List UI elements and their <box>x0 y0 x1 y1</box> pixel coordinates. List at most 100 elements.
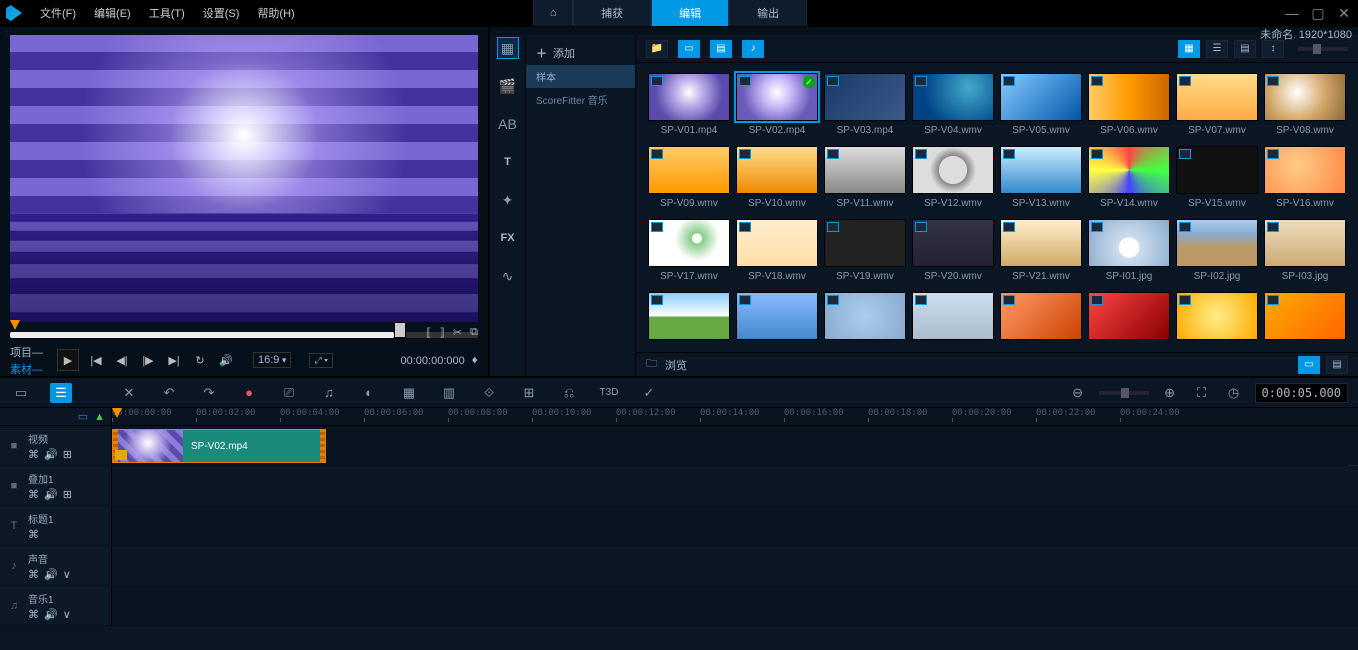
tools-button[interactable]: ✕ <box>118 383 140 403</box>
media-thumb[interactable]: SP-V01.mp4 <box>648 73 730 136</box>
track-ctrl[interactable]: ⌘ <box>28 488 39 501</box>
tab-output[interactable]: 输出 <box>729 0 807 26</box>
menu-edit[interactable]: 编辑(E) <box>94 5 131 21</box>
title-tool[interactable]: T <box>497 151 519 173</box>
media-tool[interactable]: ▦ <box>497 37 519 59</box>
track-ctrl[interactable]: 🔊 <box>44 448 58 461</box>
media-thumb[interactable] <box>648 292 730 344</box>
preview-viewport[interactable] <box>10 35 478 322</box>
track-lane[interactable] <box>112 506 1358 545</box>
track-ctrl[interactable]: 🔊 <box>44 488 58 501</box>
filter-video-button[interactable]: ▭ <box>678 40 700 58</box>
media-thumb[interactable]: ✓SP-V02.mp4 <box>736 73 818 136</box>
tab-capture[interactable]: 捕获 <box>573 0 651 26</box>
track-ctrl[interactable]: ∨ <box>63 568 71 581</box>
track-manager-button[interactable]: ▦ <box>398 383 420 403</box>
track-ctrl[interactable]: ⌘ <box>28 568 39 581</box>
time-ruler[interactable]: 00:00:00:0000:00:02:0000:00:04:0000:00:0… <box>112 408 1358 425</box>
add-category-button[interactable]: ＋添加 <box>526 41 635 65</box>
thumb-size-slider[interactable] <box>1298 47 1348 51</box>
menu-help[interactable]: 帮助(H) <box>257 5 294 21</box>
media-thumb[interactable]: SP-I03.jpg <box>1264 219 1346 282</box>
ruler-toggle-icon[interactable]: ▭ <box>78 410 88 423</box>
subtitle-button[interactable]: ⟐ <box>478 383 500 403</box>
tab-edit[interactable]: 编辑 <box>651 0 729 26</box>
media-thumb[interactable]: SP-V18.wmv <box>736 219 818 282</box>
prev-frame-button[interactable]: ◀| <box>113 351 131 369</box>
media-thumb[interactable] <box>912 292 994 344</box>
show-lib-button[interactable]: ▤ <box>1326 356 1348 374</box>
filter-tool[interactable]: FX <box>497 227 519 249</box>
panel-grip[interactable] <box>0 27 488 35</box>
track-ctrl[interactable]: ⌘ <box>28 448 39 461</box>
timeline-clip[interactable]: SP-V02.mp4 <box>112 429 326 463</box>
instant-project-tool[interactable]: 🎬 <box>497 75 519 97</box>
play-button[interactable]: ▶ <box>57 349 79 371</box>
category-sample[interactable]: 样本 <box>526 65 635 88</box>
resize-selector[interactable]: ⤢ ▾ <box>309 353 332 368</box>
volume-button[interactable]: 🔊 <box>217 351 235 369</box>
track-lane[interactable] <box>112 586 1358 625</box>
mark-in-icon[interactable]: ⟦ <box>426 326 431 339</box>
track-ctrl[interactable]: ⌘ <box>28 528 39 541</box>
scrub-handle[interactable] <box>394 322 406 338</box>
timeline-view-button[interactable]: ☰ <box>50 383 72 403</box>
media-thumb[interactable]: SP-I02.jpg <box>1176 219 1258 282</box>
mark-out-icon[interactable]: ⟧ <box>439 326 444 339</box>
scrub-bar[interactable]: ⟦ ⟧ ✂ ⧉ <box>10 326 478 344</box>
track-lane[interactable]: SP-V02.mp4 <box>112 426 1358 465</box>
media-thumb[interactable]: SP-V14.wmv <box>1088 146 1170 209</box>
multicam-button[interactable]: ⊞ <box>518 383 540 403</box>
media-thumb[interactable]: SP-V17.wmv <box>648 219 730 282</box>
transition-tool[interactable]: AB <box>497 113 519 135</box>
media-thumb[interactable]: SP-V06.wmv <box>1088 73 1170 136</box>
track-header[interactable]: T标题1⌘ <box>0 506 112 545</box>
media-thumb[interactable] <box>1088 292 1170 344</box>
media-thumb[interactable]: SP-V04.wmv <box>912 73 994 136</box>
media-thumb[interactable]: SP-V03.mp4 <box>824 73 906 136</box>
track-ctrl[interactable]: 🔊 <box>44 608 58 621</box>
close-button[interactable]: ✕ <box>1336 5 1352 21</box>
zoom-out-button[interactable]: ⊖ <box>1067 383 1089 403</box>
view-list-button[interactable]: ☰ <box>1206 40 1228 58</box>
zoom-slider[interactable] <box>1099 391 1149 395</box>
media-thumb[interactable]: SP-V19.wmv <box>824 219 906 282</box>
media-thumb[interactable]: SP-V07.wmv <box>1176 73 1258 136</box>
track-header[interactable]: ■视频⌘🔊⊞ <box>0 426 112 465</box>
filter-photo-button[interactable]: ▤ <box>710 40 732 58</box>
preview-timecode[interactable]: 00:00:00:000 ♦ <box>401 354 478 367</box>
scrub-start-marker[interactable] <box>10 320 20 330</box>
3d-button[interactable]: T3D <box>598 383 620 403</box>
track-header[interactable]: ♪声音⌘🔊∨ <box>0 546 112 585</box>
motion-button[interactable]: ✓ <box>638 383 660 403</box>
show-timeline-button[interactable]: ▭ <box>1298 356 1320 374</box>
aspect-ratio-selector[interactable]: 16:9 ▾ <box>253 352 291 368</box>
track-ctrl[interactable]: 🔊 <box>44 568 58 581</box>
graphic-tool[interactable]: ✦ <box>497 189 519 211</box>
media-thumb[interactable]: SP-V12.wmv <box>912 146 994 209</box>
chapter-button[interactable]: ▥ <box>438 383 460 403</box>
loop-button[interactable]: ↻ <box>191 351 209 369</box>
import-button[interactable]: 📁 <box>646 40 668 58</box>
goto-start-button[interactable]: |◀ <box>87 351 105 369</box>
next-frame-button[interactable]: |▶ <box>139 351 157 369</box>
audio-mixer-button[interactable]: ⎚ <box>278 383 300 403</box>
tab-home[interactable]: ⌂ <box>533 0 573 26</box>
track-ctrl[interactable]: ⊞ <box>63 448 72 461</box>
view-detail-button[interactable]: ▤ <box>1234 40 1256 58</box>
track-lane[interactable] <box>112 546 1358 585</box>
storyboard-view-button[interactable]: ▭ <box>10 383 32 403</box>
media-thumb[interactable]: SP-V16.wmv <box>1264 146 1346 209</box>
media-thumb[interactable]: SP-V09.wmv <box>648 146 730 209</box>
track-header[interactable]: ■叠加1⌘🔊⊞ <box>0 466 112 505</box>
snapshot-icon[interactable]: ⧉ <box>470 326 478 339</box>
fit-button[interactable]: ⛶ <box>1191 383 1213 403</box>
category-scorefitter[interactable]: ScoreFitter 音乐 <box>526 88 635 111</box>
media-thumb[interactable]: SP-V08.wmv <box>1264 73 1346 136</box>
menu-file[interactable]: 文件(F) <box>40 5 76 21</box>
media-thumb[interactable]: SP-V21.wmv <box>1000 219 1082 282</box>
view-thumb-button[interactable]: ▦ <box>1178 40 1200 58</box>
path-tool[interactable]: ∿ <box>497 265 519 287</box>
track-header[interactable]: ♫音乐1⌘🔊∨ <box>0 586 112 625</box>
minimize-button[interactable]: — <box>1284 5 1300 21</box>
